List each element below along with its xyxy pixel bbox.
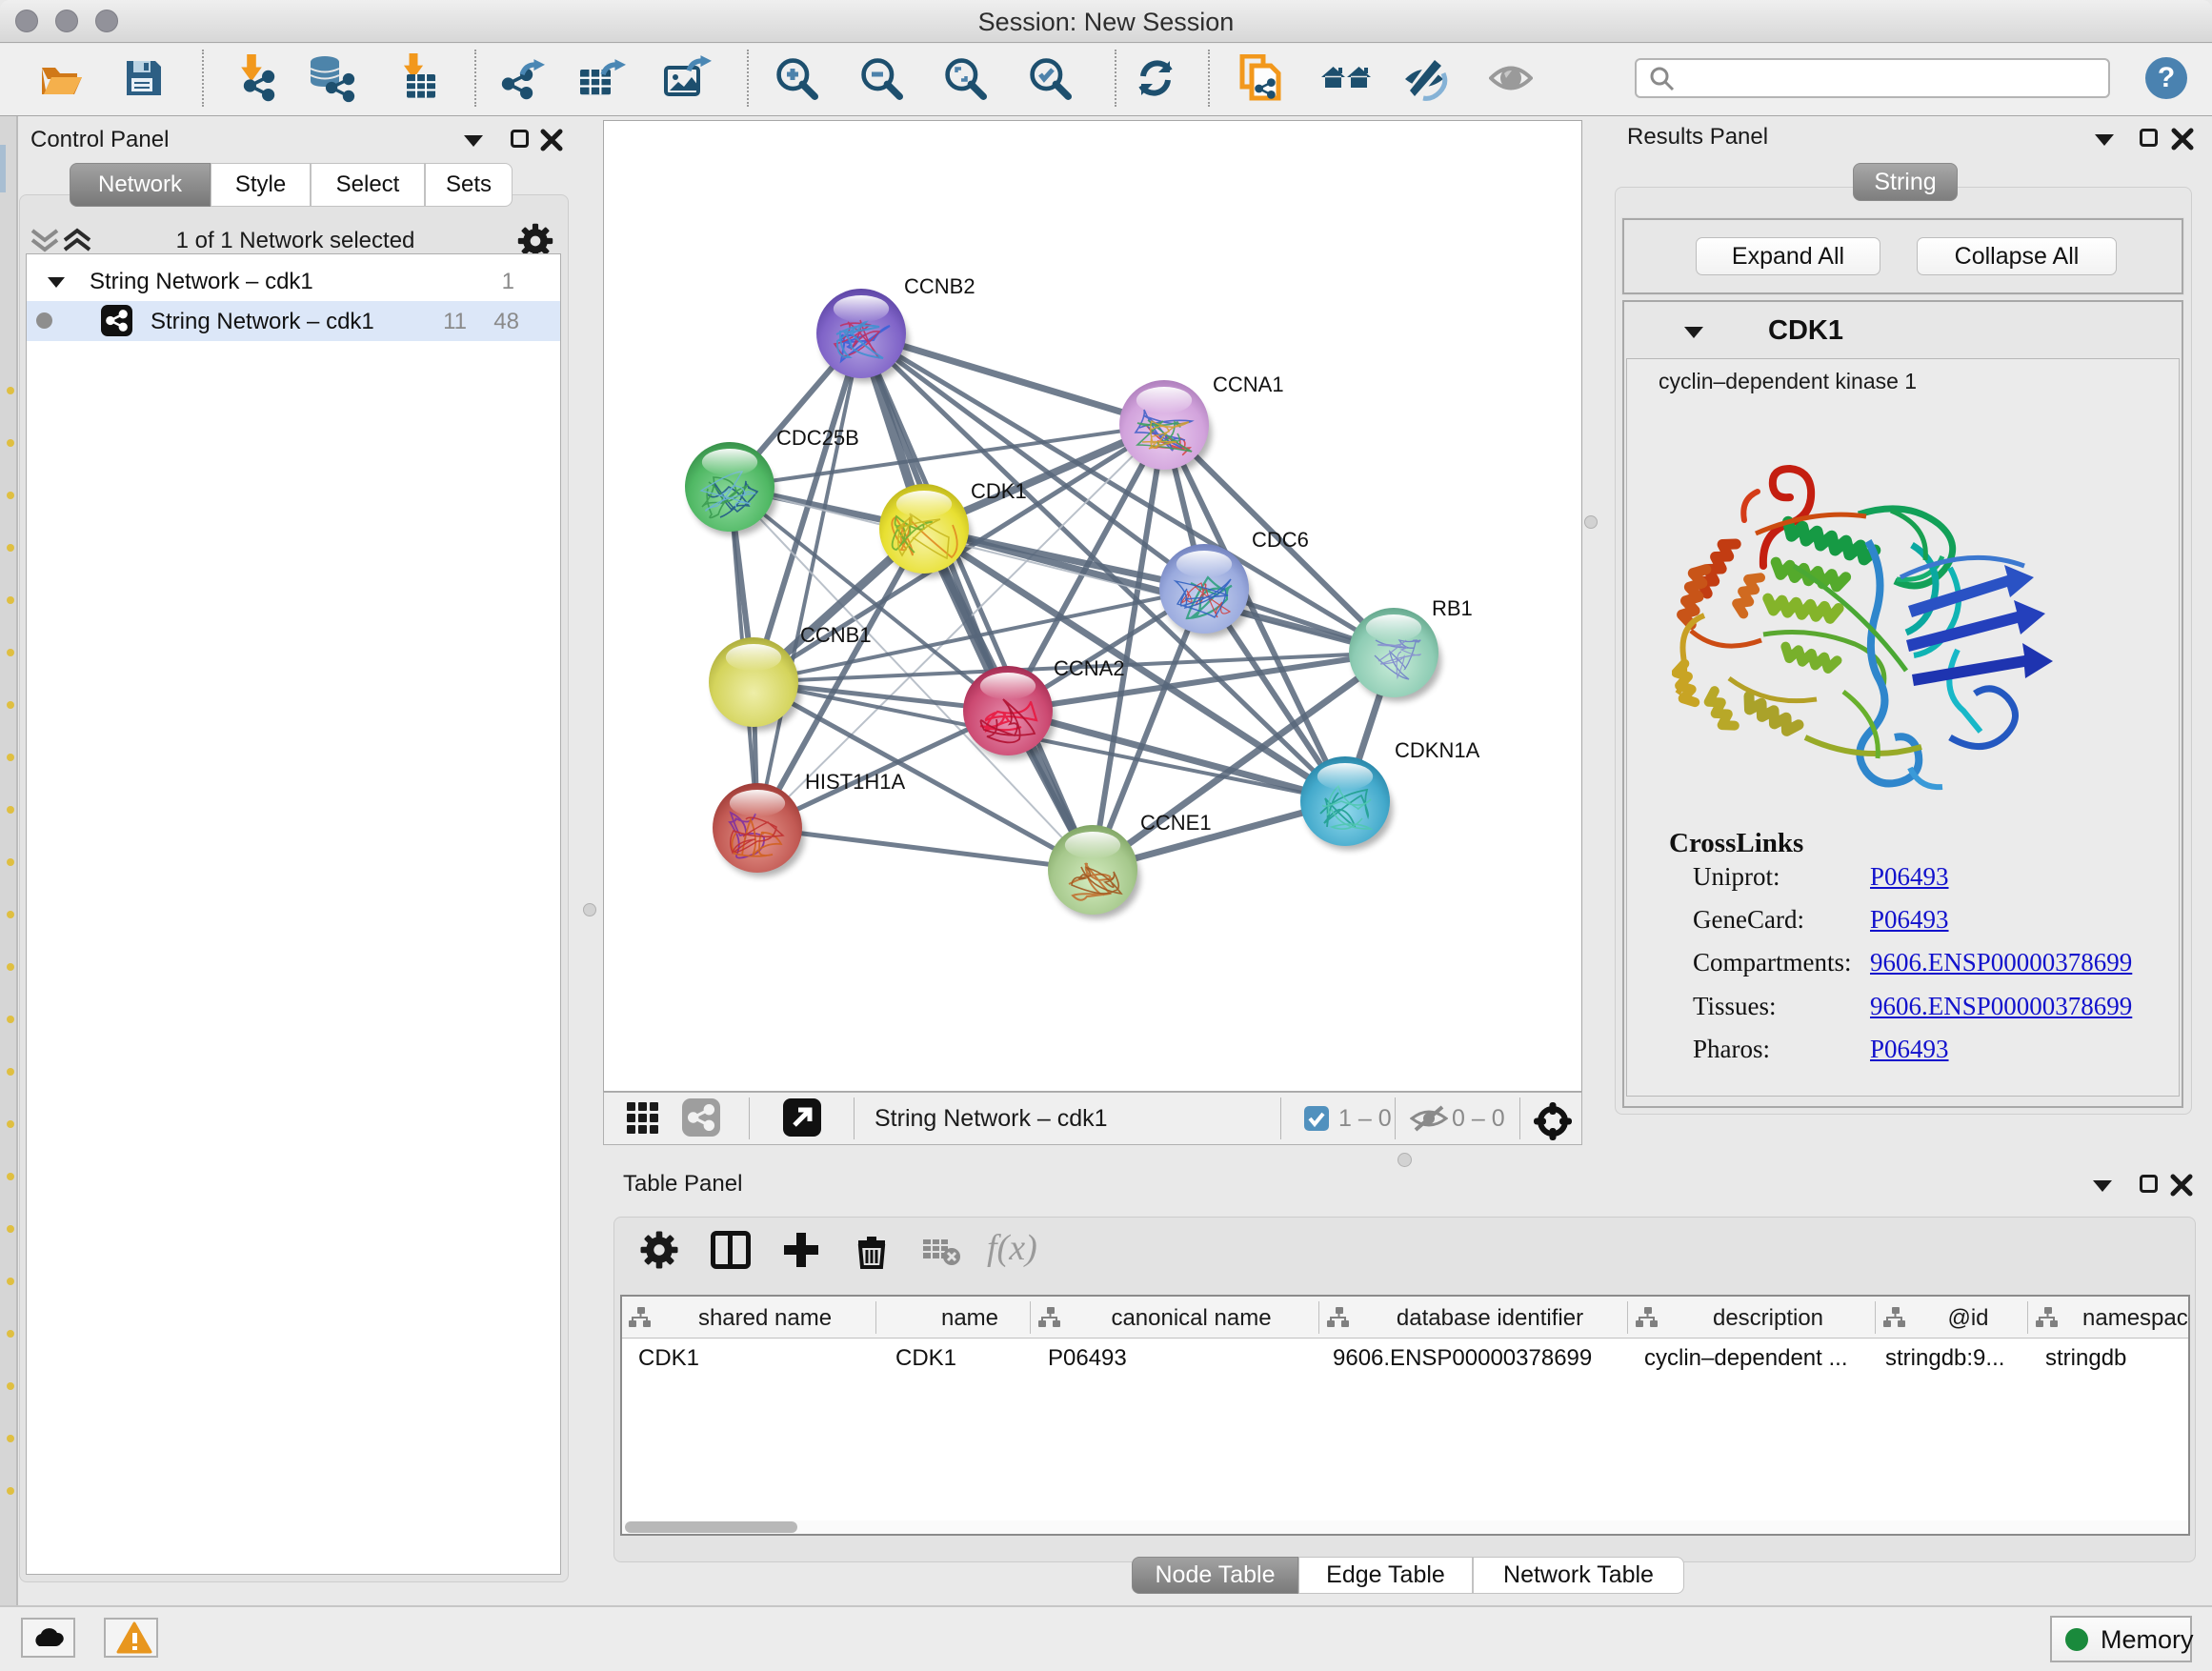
svg-text:CCNB2: CCNB2 — [904, 274, 975, 298]
svg-text:CDK1: CDK1 — [971, 479, 1027, 503]
svg-text:CCNB1: CCNB1 — [800, 623, 872, 647]
svg-text:CCNA2: CCNA2 — [1054, 656, 1125, 680]
svg-text:CDC6: CDC6 — [1252, 528, 1309, 552]
svg-text:CDKN1A: CDKN1A — [1395, 738, 1480, 762]
svg-text:CCNA1: CCNA1 — [1213, 372, 1284, 396]
svg-text:CCNE1: CCNE1 — [1140, 811, 1212, 835]
svg-text:RB1: RB1 — [1432, 596, 1473, 620]
svg-text:HIST1H1A: HIST1H1A — [805, 770, 905, 794]
svg-text:CDC25B: CDC25B — [776, 426, 859, 450]
